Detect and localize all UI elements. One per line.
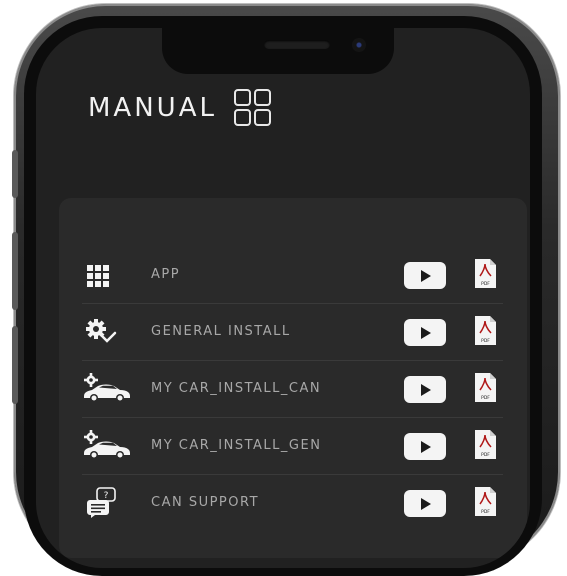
play-video-button[interactable] bbox=[404, 376, 446, 403]
header: MANUAL bbox=[88, 88, 273, 128]
pdf-label: PDF bbox=[481, 395, 490, 401]
pdf-label: PDF bbox=[481, 452, 490, 458]
play-video-button[interactable] bbox=[404, 433, 446, 460]
side-button bbox=[12, 232, 18, 310]
manual-item-label: GENERAL INSTALL bbox=[151, 324, 291, 339]
manual-list-panel: APP PDF GENERAL INSTALL PDF MY CAR_INSTA… bbox=[59, 198, 527, 558]
manual-item-can-support[interactable]: ? CAN SUPPORT PDF bbox=[82, 474, 503, 531]
page-title: MANUAL bbox=[88, 93, 217, 123]
front-camera bbox=[352, 38, 366, 52]
manual-item-label: MY CAR_INSTALL_GEN bbox=[151, 438, 322, 453]
manual-item-label: CAN SUPPORT bbox=[151, 495, 260, 510]
manual-item-my-car-install-gen[interactable]: MY CAR_INSTALL_GEN PDF bbox=[82, 417, 503, 475]
gear-check-icon bbox=[86, 319, 117, 343]
manual-item-general-install[interactable]: GENERAL INSTALL PDF bbox=[82, 303, 503, 361]
pdf-icon[interactable]: PDF bbox=[474, 429, 497, 460]
chat-support-icon: ? bbox=[87, 487, 116, 518]
pdf-icon[interactable]: PDF bbox=[474, 372, 497, 403]
manual-item-label: APP bbox=[151, 267, 181, 282]
notch bbox=[162, 28, 394, 74]
pdf-label: PDF bbox=[481, 281, 490, 287]
pdf-label: PDF bbox=[481, 509, 490, 515]
side-button bbox=[12, 150, 18, 198]
pdf-icon[interactable]: PDF bbox=[474, 486, 497, 517]
side-button bbox=[12, 326, 18, 404]
app-grid-icon bbox=[87, 265, 109, 287]
pdf-label: PDF bbox=[481, 338, 490, 344]
speaker-grille bbox=[264, 40, 330, 49]
svg-text:?: ? bbox=[104, 491, 109, 501]
play-video-button[interactable] bbox=[404, 262, 446, 289]
manual-item-my-car-install-can[interactable]: MY CAR_INSTALL_CAN PDF bbox=[82, 360, 503, 418]
pdf-icon[interactable]: PDF bbox=[474, 315, 497, 346]
manual-item-app[interactable]: APP PDF bbox=[82, 246, 503, 304]
grid-2x2-icon[interactable] bbox=[233, 88, 273, 128]
car-gear-icon bbox=[84, 430, 130, 459]
play-video-button[interactable] bbox=[404, 319, 446, 346]
pdf-icon[interactable]: PDF bbox=[474, 258, 497, 289]
app-screen: MANUAL APP PDF GENERAL INSTALL PDF MY CA… bbox=[36, 28, 530, 568]
play-video-button[interactable] bbox=[404, 490, 446, 517]
car-gear-icon bbox=[84, 373, 130, 402]
manual-item-label: MY CAR_INSTALL_CAN bbox=[151, 381, 322, 396]
